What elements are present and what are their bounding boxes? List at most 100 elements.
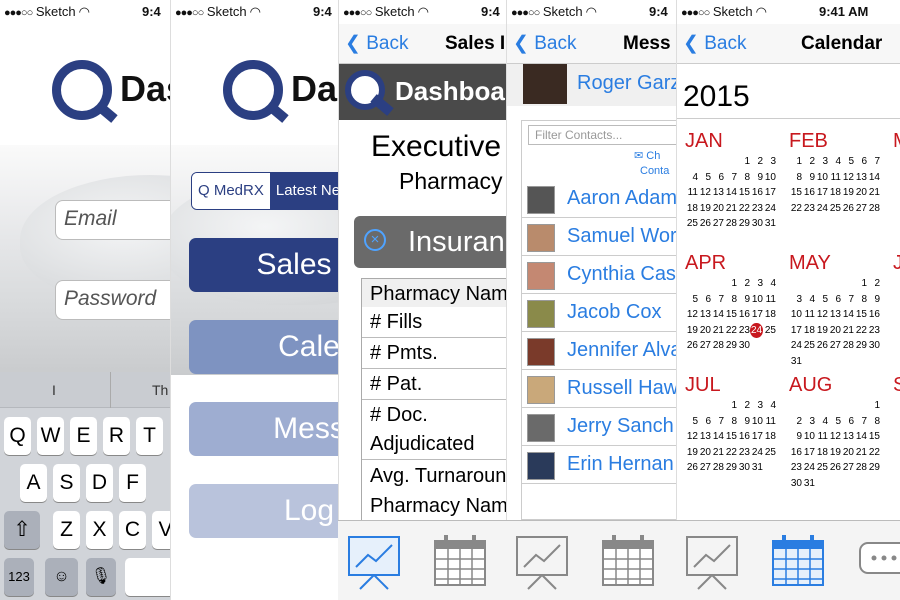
segment-latest-news[interactable]: Latest Ne	[269, 173, 338, 209]
key-w[interactable]: W	[37, 417, 64, 455]
signal-icon: ●●●○○	[343, 7, 372, 19]
key-t[interactable]: T	[136, 417, 163, 455]
app-logo-text: Da	[291, 68, 338, 109]
tab-calendar[interactable]	[432, 533, 488, 591]
calendar-icon	[772, 535, 824, 586]
key-f[interactable]: F	[119, 464, 146, 502]
back-label: Back	[704, 33, 747, 54]
current-user-name: Roger Garz	[577, 72, 676, 94]
tab-dashboard-2[interactable]	[514, 533, 570, 591]
suggestion-divider	[110, 372, 111, 408]
today-marker: 24	[750, 322, 763, 338]
password-placeholder: Password	[64, 287, 157, 310]
status-bar: ●●●○○ Sketch ◠ 9:41 AM	[677, 0, 900, 24]
key-r[interactable]: R	[103, 417, 130, 455]
avatar	[527, 300, 555, 328]
contact-name: Samuel Wor	[567, 225, 676, 247]
calendar-button[interactable]: Cale	[189, 320, 338, 374]
current-user: Roger Garz	[507, 64, 676, 106]
month-name: J	[893, 252, 900, 275]
back-button[interactable]: ❮ Back	[513, 32, 576, 55]
avatar	[527, 376, 555, 404]
avatar	[527, 224, 555, 252]
suggestion-1[interactable]: I	[52, 382, 56, 398]
logout-button[interactable]: Log	[189, 484, 338, 538]
table-row: Adjudicated	[362, 429, 506, 460]
segment-q-medrx[interactable]: Q MedRX	[192, 173, 270, 209]
numbers-key[interactable]: 123	[4, 558, 34, 596]
key-d[interactable]: D	[86, 464, 113, 502]
metrics-table: Pharmacy Nam # Fills # Pmts. # Pat. # Do…	[361, 278, 506, 522]
key-e[interactable]: E	[70, 417, 97, 455]
list-item[interactable]: Jacob Cox	[521, 294, 676, 332]
status-bar: ●●●○○ Sketch ◠ 9:4	[339, 0, 506, 24]
key-z[interactable]: Z	[53, 511, 80, 549]
month-grid: 1234567891011121314151617181920212223242…	[790, 278, 880, 367]
status-bar: ●●●○○ Sketch ◠ 9:4	[0, 0, 170, 24]
tab-dashboard[interactable]	[346, 533, 402, 591]
messages-button[interactable]: Mess	[189, 402, 338, 456]
status-bar: ●●●○○ Sketch ◠ 9:4	[171, 0, 338, 24]
suggestion-2[interactable]: Th	[152, 382, 168, 398]
list-item[interactable]: Samuel Wor	[521, 218, 676, 256]
background-glass-image	[0, 145, 170, 375]
emoji-key[interactable]: ☺	[45, 558, 78, 596]
contact-name: Jerry Sanch	[567, 415, 674, 437]
tab-messages[interactable]	[858, 533, 900, 591]
back-button[interactable]: ❮ Back	[345, 32, 408, 55]
list-item[interactable]: Jerry Sanch	[521, 408, 676, 446]
month-name: AUG	[789, 374, 833, 396]
space-key[interactable]	[125, 558, 170, 596]
tab-calendar-active[interactable]	[770, 533, 826, 591]
nav-bar: ❮ Back Mess	[507, 24, 676, 64]
signal-icon: ●●●○○	[175, 7, 204, 19]
list-item[interactable]: Russell Haw	[521, 370, 676, 408]
nav-bar: ❮ Back Sales I	[339, 24, 506, 64]
table-row: Pharmacy Nam	[362, 491, 506, 522]
key-x[interactable]: X	[86, 511, 113, 549]
insurance-field[interactable]: × Insuran	[354, 216, 506, 268]
back-chevron-icon: ❮	[683, 33, 699, 54]
avatar	[527, 414, 555, 442]
key-a[interactable]: A	[20, 464, 47, 502]
nav-bar: ❮ Back Calendar	[677, 24, 900, 64]
dashboard-header: Dashboa	[339, 64, 506, 120]
wifi-icon: ◠	[78, 4, 90, 19]
back-label: Back	[534, 33, 577, 54]
avatar	[527, 338, 555, 366]
contact-name: Aaron Adam	[567, 187, 676, 209]
month-name: MAY	[789, 252, 831, 274]
list-item[interactable]: Cynthia Cas	[521, 256, 676, 294]
month-name: FEB	[789, 130, 828, 152]
report-title: Executive	[371, 130, 502, 163]
q-logo-icon	[223, 60, 283, 120]
sales-button[interactable]: Sales	[189, 238, 338, 292]
tab-calendar-2[interactable]	[600, 533, 656, 591]
filter-contacts-input[interactable]: Filter Contacts...	[528, 125, 676, 145]
key-c[interactable]: C	[119, 511, 146, 549]
chat-link[interactable]: ✉ Ch	[634, 149, 660, 162]
list-item[interactable]: Jennifer Alva	[521, 332, 676, 370]
key-s[interactable]: S	[53, 464, 80, 502]
mail-icon: ✉	[634, 150, 644, 162]
password-field[interactable]: Password	[55, 280, 170, 320]
key-q[interactable]: Q	[4, 417, 31, 455]
shift-key[interactable]: ⇧	[4, 511, 40, 549]
avatar	[527, 452, 555, 480]
clear-icon[interactable]: ×	[364, 229, 386, 251]
email-field[interactable]: Email	[55, 200, 170, 240]
table-row: # Fills	[362, 307, 506, 338]
back-button[interactable]: ❮ Back	[683, 32, 746, 55]
calendar-icon	[602, 535, 654, 586]
month-name: APR	[685, 252, 727, 274]
status-bar: ●●●○○ Sketch ◠ 9:4	[507, 0, 676, 24]
tab-dashboard-3[interactable]	[684, 533, 740, 591]
carrier-label: Sketch	[206, 4, 247, 19]
list-item[interactable]: Erin Hernan	[521, 446, 676, 484]
key-v[interactable]: V	[152, 511, 170, 549]
list-item[interactable]: Aaron Adam	[521, 180, 676, 218]
month-name: JAN	[685, 130, 723, 152]
month-grid: 1234567891011121314151617181920212223242…	[790, 400, 880, 489]
dictation-key[interactable]: 🎙	[86, 558, 116, 596]
signal-icon: ●●●○○	[681, 7, 710, 19]
